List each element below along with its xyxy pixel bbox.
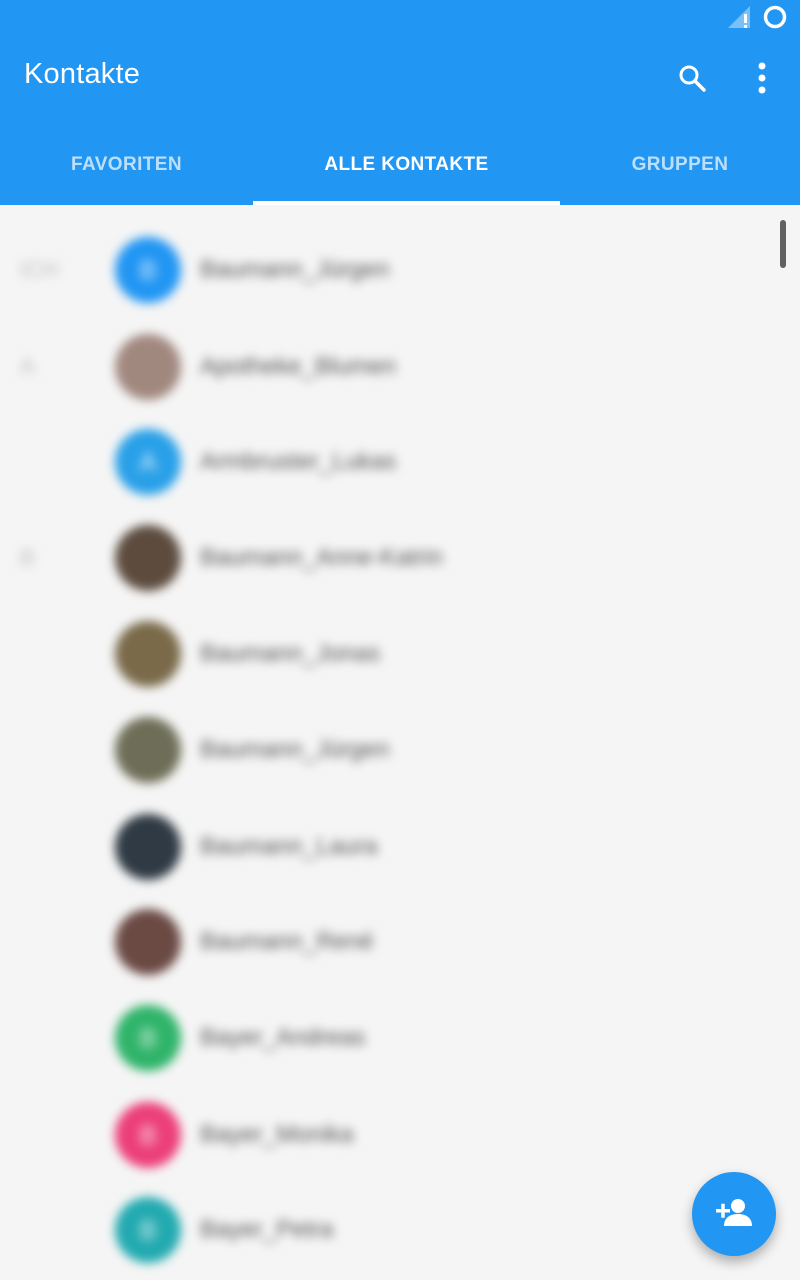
contact-name: Apotheke_Blumen xyxy=(200,353,397,380)
contact-list[interactable]: ICH B Baumann_Jürgen A Apotheke_Blumen A… xyxy=(0,205,800,1280)
list-item[interactable]: ICH B Baumann_Jürgen xyxy=(0,222,780,318)
avatar-letter: B xyxy=(139,1022,157,1053)
avatar: B xyxy=(115,1197,181,1263)
scrollbar[interactable] xyxy=(780,220,786,268)
section-header: ICH xyxy=(20,257,58,282)
list-item[interactable]: Baumann_Jonas xyxy=(0,606,780,702)
avatar: B xyxy=(115,1005,181,1071)
no-signal-icon xyxy=(726,4,752,35)
avatar: A xyxy=(115,429,181,495)
contact-name: Bayer_Andreas xyxy=(200,1024,366,1051)
avatar-letter: B xyxy=(139,1119,157,1150)
list-item[interactable]: B Baumann_Anne-Katrin xyxy=(0,510,780,606)
avatar xyxy=(115,334,181,400)
list-item[interactable]: Baumann_René xyxy=(0,894,780,990)
sync-circle-icon xyxy=(762,4,788,35)
status-bar xyxy=(726,4,788,35)
search-button[interactable] xyxy=(668,56,716,104)
contact-name: Bayer_Petra xyxy=(200,1216,334,1243)
list-item[interactable]: Baumann_Laura xyxy=(0,799,780,895)
avatar xyxy=(115,814,181,880)
app-title: Kontakte xyxy=(24,58,141,90)
section-header: B xyxy=(20,545,35,570)
tab-bar: FAVORITEN ALLE KONTAKTE GRUPPEN xyxy=(0,125,800,205)
tab-label: ALLE KONTAKTE xyxy=(324,154,489,175)
avatar xyxy=(115,525,181,591)
add-contact-button[interactable] xyxy=(692,1172,776,1256)
tab-alle-kontakte[interactable]: ALLE KONTAKTE xyxy=(253,125,560,205)
contact-name: Baumann_Laura xyxy=(200,833,378,860)
app-bar: Kontakte FAVORITEN ALLE KONTAKTE GRUPPEN xyxy=(0,0,800,205)
search-icon xyxy=(677,63,707,98)
contact-name: Baumann_Jonas xyxy=(200,640,381,667)
list-item[interactable]: A Armbruster_Lukas xyxy=(0,414,780,510)
avatar xyxy=(115,717,181,783)
contact-name: Baumann_Jürgen xyxy=(200,256,390,283)
tab-gruppen[interactable]: GRUPPEN xyxy=(560,125,800,205)
list-item[interactable]: A Apotheke_Blumen xyxy=(0,319,780,415)
list-item[interactable]: B Bayer_Andreas xyxy=(0,990,780,1086)
list-item[interactable]: B Bayer_Petra xyxy=(0,1182,780,1278)
contact-name: Bayer_Monika xyxy=(200,1121,354,1148)
contact-name: Baumann_Anne-Katrin xyxy=(200,544,443,571)
add-person-icon xyxy=(714,1196,754,1233)
list-item[interactable]: Baumann_Jürgen xyxy=(0,702,780,798)
section-header: A xyxy=(20,354,35,379)
avatar: B xyxy=(115,1102,181,1168)
tab-label: FAVORITEN xyxy=(71,154,182,175)
list-item[interactable]: B Bayer_Monika xyxy=(0,1087,780,1183)
contact-name: Baumann_René xyxy=(200,928,374,955)
avatar xyxy=(115,621,181,687)
tab-favoriten[interactable]: FAVORITEN xyxy=(0,125,253,205)
avatar-letter: B xyxy=(139,1214,157,1245)
more-options-button[interactable] xyxy=(738,56,786,104)
avatar-letter: A xyxy=(139,446,157,477)
avatar: B xyxy=(115,237,181,303)
contact-name: Armbruster_Lukas xyxy=(200,448,397,475)
tab-label: GRUPPEN xyxy=(631,154,729,175)
more-vert-icon xyxy=(757,61,767,100)
avatar-letter: B xyxy=(139,254,157,285)
avatar xyxy=(115,909,181,975)
contact-name: Baumann_Jürgen xyxy=(200,736,390,763)
